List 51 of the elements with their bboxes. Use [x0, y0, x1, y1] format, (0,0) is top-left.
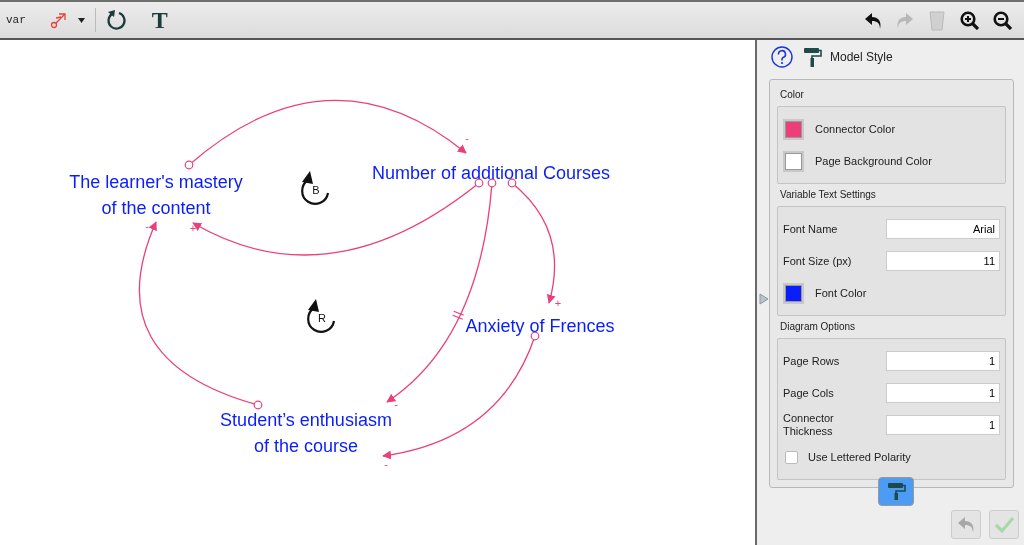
connector-arrow[interactable]: [138, 221, 263, 410]
field-label: Font Size (px): [783, 254, 852, 268]
polarity-sign: +: [554, 297, 562, 309]
text-tool[interactable]: T: [151, 8, 168, 32]
connector-tool-icon: [49, 11, 68, 29]
caret-icon: [77, 16, 85, 24]
section-heading: Diagram Options: [780, 320, 857, 334]
variable-tool[interactable]: var: [6, 11, 26, 29]
model-style-button[interactable]: [878, 477, 914, 506]
variable-label[interactable]: Anxiety of Frences: [465, 313, 615, 339]
section-heading: Variable Text Settings: [780, 188, 877, 202]
loop-tool-icon[interactable]: [105, 9, 128, 31]
paint-roller-icon: [803, 46, 822, 68]
field-label: Page Cols: [783, 386, 834, 400]
input-field[interactable]: Arial: [886, 219, 1000, 239]
polarity-sign: -: [394, 398, 398, 410]
polarity-sign: +: [189, 222, 197, 234]
input-field[interactable]: 11: [886, 251, 1000, 271]
field-label: Connector Color: [815, 122, 896, 136]
variable-label[interactable]: Student’s enthusiasm of the course: [220, 407, 392, 459]
panel-title: Model Style: [830, 49, 893, 66]
field-label: Connector Thickness: [783, 412, 834, 438]
input-field[interactable]: 1: [886, 383, 1000, 403]
field-label: Use Lettered Polarity: [808, 450, 911, 464]
field-label: Page Background Color: [815, 154, 932, 168]
field-label: Font Name: [783, 222, 838, 236]
variable-label[interactable]: The learner's mastery of the content: [69, 169, 243, 221]
polarity-sign: -: [384, 458, 388, 470]
loop-arrow-icon: [301, 171, 330, 205]
loop-label: R: [318, 312, 326, 324]
color-swatch[interactable]: [783, 150, 804, 172]
connector-arrow[interactable]: [507, 178, 556, 304]
polarity-sign: -: [145, 220, 149, 232]
field-label: Font Color: [815, 286, 867, 300]
paint-roller-icon: [886, 482, 906, 501]
field-label: Page Rows: [783, 354, 840, 368]
section-heading: Color: [780, 88, 805, 102]
input-field[interactable]: 1: [886, 415, 1000, 435]
link-tool-button[interactable]: [49, 11, 85, 29]
loop-arrow-icon: [307, 299, 336, 333]
variable-label[interactable]: Number of additional Courses: [371, 160, 611, 186]
zoom-out-icon[interactable]: [993, 10, 1012, 30]
loop-label: B: [312, 184, 320, 196]
input-field[interactable]: 1: [886, 351, 1000, 371]
help-icon[interactable]: [771, 46, 793, 68]
check-icon: [993, 515, 1015, 534]
color-swatch[interactable]: [783, 118, 804, 140]
color-swatch[interactable]: [783, 282, 804, 304]
checkbox[interactable]: [785, 450, 798, 464]
polarity-sign: -: [465, 132, 469, 144]
zoom-in-icon[interactable]: [960, 10, 979, 30]
